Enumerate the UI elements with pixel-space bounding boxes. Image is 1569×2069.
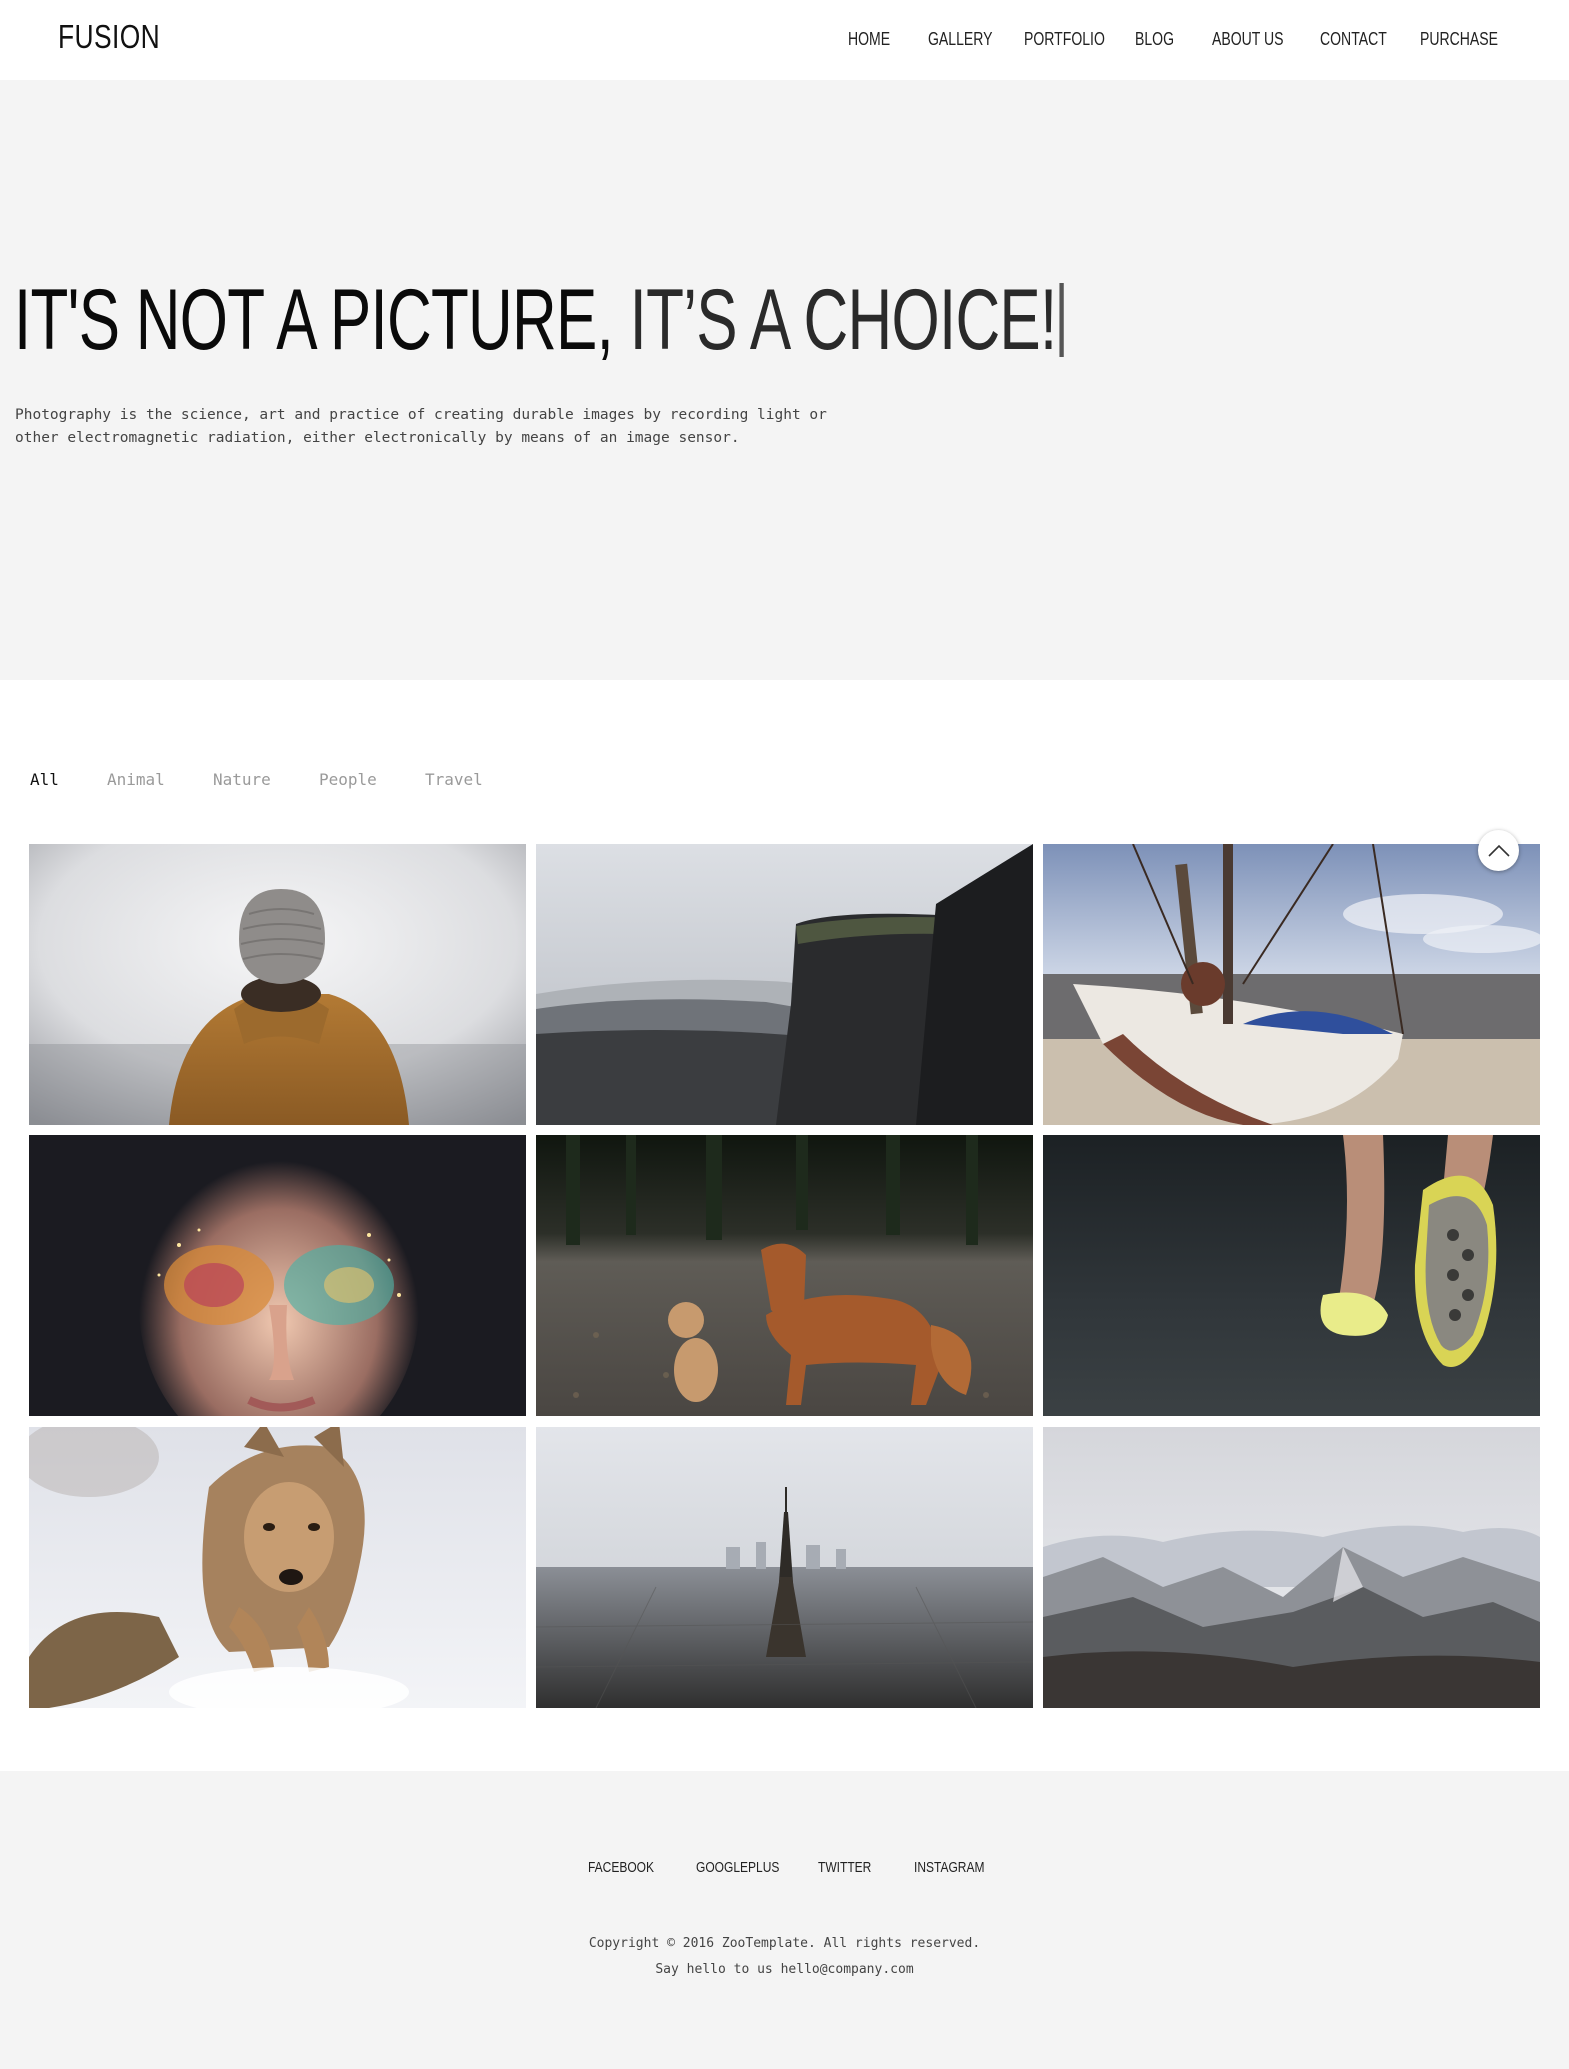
gallery-photo-cliffs[interactable] [536, 844, 1033, 1125]
contact-text: Say hello to us hello@company.com [655, 1962, 914, 1977]
hero-title: IT'S NOT A PICTURE, IT’S A CHOICE! [14, 270, 1064, 370]
nav-home[interactable]: HOME [848, 29, 890, 50]
site-footer: FACEBOOK GOOGLEPLUS TWITTER INSTAGRAM Co… [0, 1771, 1569, 2069]
gallery-photo-paris[interactable] [536, 1427, 1033, 1708]
paris-photo-image [536, 1427, 1033, 1708]
nav-contact[interactable]: CONTACT [1320, 29, 1387, 50]
hero-title-part1: IT'S NOT A PICTURE, [14, 272, 614, 368]
social-twitter-link[interactable]: TWITTER [818, 1859, 871, 1876]
filter-all[interactable]: All [30, 770, 59, 789]
gallery-photo-mountains[interactable] [1043, 1427, 1540, 1708]
copyright-text: Copyright © 2016 ZooTemplate. All rights… [588, 1936, 981, 1951]
gallery-photo-person[interactable] [29, 844, 526, 1125]
boat-photo-image [1043, 844, 1540, 1125]
typing-cursor [1059, 283, 1064, 357]
social-facebook-link[interactable]: FACEBOOK [588, 1859, 654, 1876]
nav-about-us[interactable]: ABOUT US [1212, 29, 1284, 50]
social-googleplus-link[interactable]: GOOGLEPLUS [696, 1859, 779, 1876]
nav-gallery[interactable]: GALLERY [928, 29, 993, 50]
hero-description-line2: other electromagnetic radiation, either … [15, 430, 740, 446]
social-instagram-link[interactable]: INSTAGRAM [914, 1859, 984, 1876]
mountains-photo-image [1043, 1427, 1540, 1708]
nav-purchase[interactable]: PURCHASE [1420, 29, 1498, 50]
main-nav: HOME GALLERY PORTFOLIO BLOG ABOUT US CON… [0, 29, 1569, 53]
gallery-filters: All Animal Nature People Travel [30, 770, 730, 796]
hero-title-part2: IT’S A CHOICE! [613, 272, 1058, 368]
gallery-photo-dogs[interactable] [536, 1135, 1033, 1416]
glitter-face-photo-image [29, 1135, 526, 1416]
scroll-to-top-button[interactable] [1478, 830, 1519, 871]
gallery-photo-runner[interactable] [1043, 1135, 1540, 1416]
person-photo-image [29, 844, 526, 1125]
dogs-photo-image [536, 1135, 1033, 1416]
filter-people[interactable]: People [319, 770, 377, 789]
hero-description-line1: Photography is the science, art and prac… [15, 407, 827, 423]
gallery-photo-glitter-face[interactable] [29, 1135, 526, 1416]
filter-nature[interactable]: Nature [213, 770, 271, 789]
gallery-photo-boat[interactable] [1043, 844, 1540, 1125]
cliffs-photo-image [536, 844, 1033, 1125]
filter-travel[interactable]: Travel [425, 770, 483, 789]
hero-description: Photography is the science, art and prac… [15, 404, 835, 450]
nav-portfolio[interactable]: PORTFOLIO [1024, 29, 1105, 50]
chevron-up-icon [1487, 844, 1510, 857]
filter-animal[interactable]: Animal [107, 770, 165, 789]
runner-photo-image [1043, 1135, 1540, 1416]
nav-blog[interactable]: BLOG [1135, 29, 1174, 50]
coyote-photo-image [29, 1427, 526, 1708]
hero-section: IT'S NOT A PICTURE, IT’S A CHOICE! Photo… [0, 80, 1569, 680]
site-header: FUSION HOME GALLERY PORTFOLIO BLOG ABOUT… [0, 0, 1569, 80]
gallery-photo-coyote[interactable] [29, 1427, 526, 1708]
